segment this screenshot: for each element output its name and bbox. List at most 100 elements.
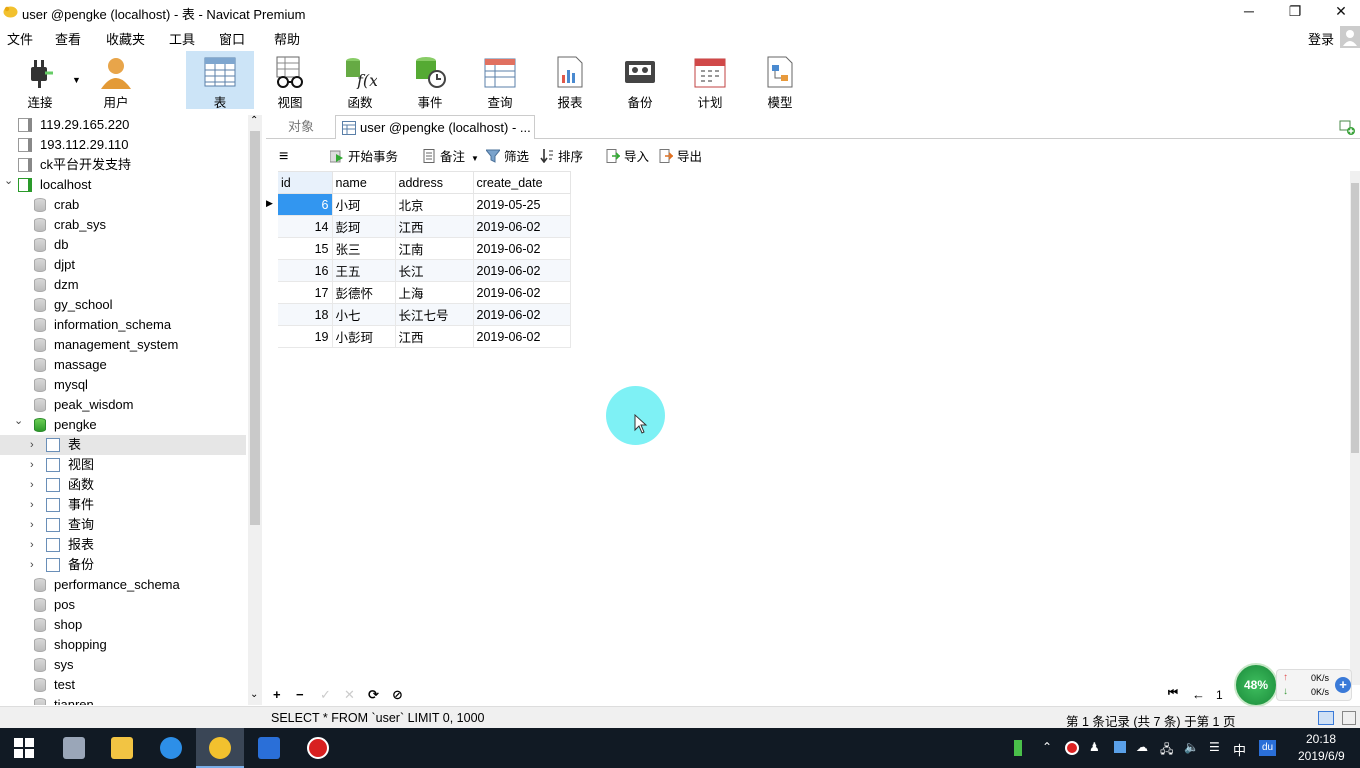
table-cell-name[interactable]: 小珂: [331, 193, 396, 216]
menu-help[interactable]: 帮助: [274, 29, 300, 48]
memo-button[interactable]: 备注 ▼: [422, 149, 479, 165]
toolbar-backup-button[interactable]: 备份: [606, 51, 674, 110]
column-header-id[interactable]: id: [278, 171, 333, 194]
table-cell-id[interactable]: 15: [278, 237, 333, 260]
tree-item[interactable]: massage: [0, 355, 246, 375]
delete-record-button[interactable]: −: [296, 687, 304, 702]
tree-item[interactable]: pos: [0, 595, 246, 615]
table-cell-create-date[interactable]: 2019-06-02: [472, 215, 571, 238]
table-row[interactable]: 6 小珂 北京 2019-05-25: [278, 193, 571, 216]
new-window-icon[interactable]: [1338, 118, 1356, 136]
table-row[interactable]: 15 张三 江南 2019-06-02: [278, 237, 571, 260]
expand-chevron-icon[interactable]: ›: [30, 535, 34, 555]
tree-item[interactable]: crab: [0, 195, 246, 215]
stop-button[interactable]: ⊘: [392, 687, 403, 703]
volume-tray-icon[interactable]: 🔈: [1184, 740, 1199, 754]
collapse-chevron-icon[interactable]: ⌄: [14, 411, 23, 431]
grid-view-icon[interactable]: [1342, 711, 1356, 725]
toolbar-function-button[interactable]: f(x) 函数: [326, 51, 394, 110]
column-header-name[interactable]: name: [331, 171, 396, 194]
table-cell-name[interactable]: 彭珂: [331, 215, 396, 238]
toolbar-query-button[interactable]: 查询: [466, 51, 534, 110]
taskbar-app-folder[interactable]: [98, 728, 146, 768]
taskbar-app-navicat[interactable]: [196, 728, 244, 768]
expand-chevron-icon[interactable]: ›: [30, 495, 34, 515]
onedrive-tray-icon[interactable]: ☁: [1136, 740, 1148, 754]
prev-page-icon[interactable]: ←: [1192, 687, 1205, 702]
scroll-down-icon[interactable]: ⌄: [250, 689, 258, 700]
grid-scroll-thumb[interactable]: [1351, 183, 1359, 453]
login-link[interactable]: 登录: [1308, 29, 1334, 48]
network-monitor-widget[interactable]: 48% ↑ 0K/s ↓ 0K/s +: [1234, 663, 1360, 707]
tree-item[interactable]: mysql: [0, 375, 246, 395]
tree-item[interactable]: crab_sys: [0, 215, 246, 235]
toolbar-connection-button[interactable]: 连接 ▼: [6, 51, 81, 110]
tree-item[interactable]: › 备份: [0, 555, 246, 575]
table-cell-address[interactable]: 北京: [394, 193, 474, 216]
restore-button[interactable]: ❐: [1272, 0, 1318, 24]
tree-item[interactable]: › 事件: [0, 495, 246, 515]
table-cell-id[interactable]: 16: [278, 259, 333, 282]
expand-chevron-icon[interactable]: ›: [30, 515, 34, 535]
table-cell-id[interactable]: 6: [278, 193, 333, 216]
table-cell-address[interactable]: 江西: [394, 215, 474, 238]
menu-tools[interactable]: 工具: [169, 29, 195, 48]
tree-item[interactable]: performance_schema: [0, 575, 246, 595]
hamburger-menu-icon[interactable]: ≡: [279, 148, 288, 166]
tray-expand-icon[interactable]: ⌃: [1042, 740, 1052, 754]
display-tray-icon[interactable]: [1114, 741, 1126, 753]
tree-item[interactable]: test: [0, 675, 246, 695]
taskbar-app-recorder[interactable]: [294, 728, 342, 768]
toolbar-table-button[interactable]: 表: [186, 51, 254, 110]
battery-icon[interactable]: [1014, 740, 1022, 756]
toolbar-view-button[interactable]: 视图: [256, 51, 324, 110]
sidebar-scroll-thumb[interactable]: [250, 131, 260, 525]
table-cell-create-date[interactable]: 2019-06-02: [472, 259, 571, 282]
tree-item[interactable]: ⌄ pengke: [0, 415, 246, 435]
table-cell-address[interactable]: 上海: [394, 281, 474, 304]
memo-dropdown-icon[interactable]: ▼: [471, 154, 479, 163]
table-cell-name[interactable]: 王五: [331, 259, 396, 282]
start-button[interactable]: [0, 728, 48, 768]
tree-item[interactable]: information_schema: [0, 315, 246, 335]
table-cell-address[interactable]: 长江: [394, 259, 474, 282]
table-cell-address[interactable]: 江南: [394, 237, 474, 260]
table-cell-id[interactable]: 14: [278, 215, 333, 238]
taskbar-app-browser[interactable]: [147, 728, 195, 768]
refresh-button[interactable]: ⟳: [368, 687, 379, 703]
baidu-input-icon[interactable]: du: [1259, 740, 1276, 756]
tree-item[interactable]: management_system: [0, 335, 246, 355]
minimize-button[interactable]: ─: [1226, 0, 1272, 24]
tab-user-table[interactable]: user @pengke (localhost) - ...: [335, 115, 535, 139]
toolbar-schedule-button[interactable]: 计划: [676, 51, 744, 110]
tree-item[interactable]: › 报表: [0, 535, 246, 555]
close-button[interactable]: ✕: [1318, 0, 1360, 24]
export-button[interactable]: 导出: [659, 149, 702, 165]
tree-item[interactable]: peak_wisdom: [0, 395, 246, 415]
tree-item[interactable]: shop: [0, 615, 246, 635]
tree-item[interactable]: ck平台开发支持: [0, 155, 246, 175]
tree-item[interactable]: › 查询: [0, 515, 246, 535]
notification-tray-icon[interactable]: ☰: [1209, 740, 1220, 754]
filter-button[interactable]: 筛选: [486, 149, 529, 165]
expand-chevron-icon[interactable]: ›: [30, 475, 34, 495]
sort-button[interactable]: 排序: [540, 149, 583, 165]
column-header-create-date[interactable]: create_date: [472, 171, 571, 194]
tab-objects[interactable]: 对象: [288, 115, 314, 139]
menu-view[interactable]: 查看: [55, 29, 81, 48]
taskbar-app-vscode[interactable]: [245, 728, 293, 768]
table-row[interactable]: 14 彭珂 江西 2019-06-02: [278, 215, 571, 238]
table-cell-name[interactable]: 小七: [331, 303, 396, 326]
table-cell-name[interactable]: 彭德怀: [331, 281, 396, 304]
grid-scrollbar[interactable]: [1350, 171, 1360, 685]
recording-tray-icon[interactable]: [1065, 741, 1079, 755]
toolbar-model-button[interactable]: 模型: [746, 51, 814, 110]
ime-indicator[interactable]: 中: [1233, 740, 1246, 759]
table-cell-create-date[interactable]: 2019-05-25: [472, 193, 571, 216]
form-view-icon[interactable]: [1318, 711, 1334, 725]
import-button[interactable]: 导入: [606, 149, 649, 165]
table-cell-id[interactable]: 18: [278, 303, 333, 326]
begin-transaction-button[interactable]: 开始事务: [330, 149, 398, 165]
tree-item[interactable]: 193.112.29.110: [0, 135, 246, 155]
tree-item[interactable]: gy_school: [0, 295, 246, 315]
